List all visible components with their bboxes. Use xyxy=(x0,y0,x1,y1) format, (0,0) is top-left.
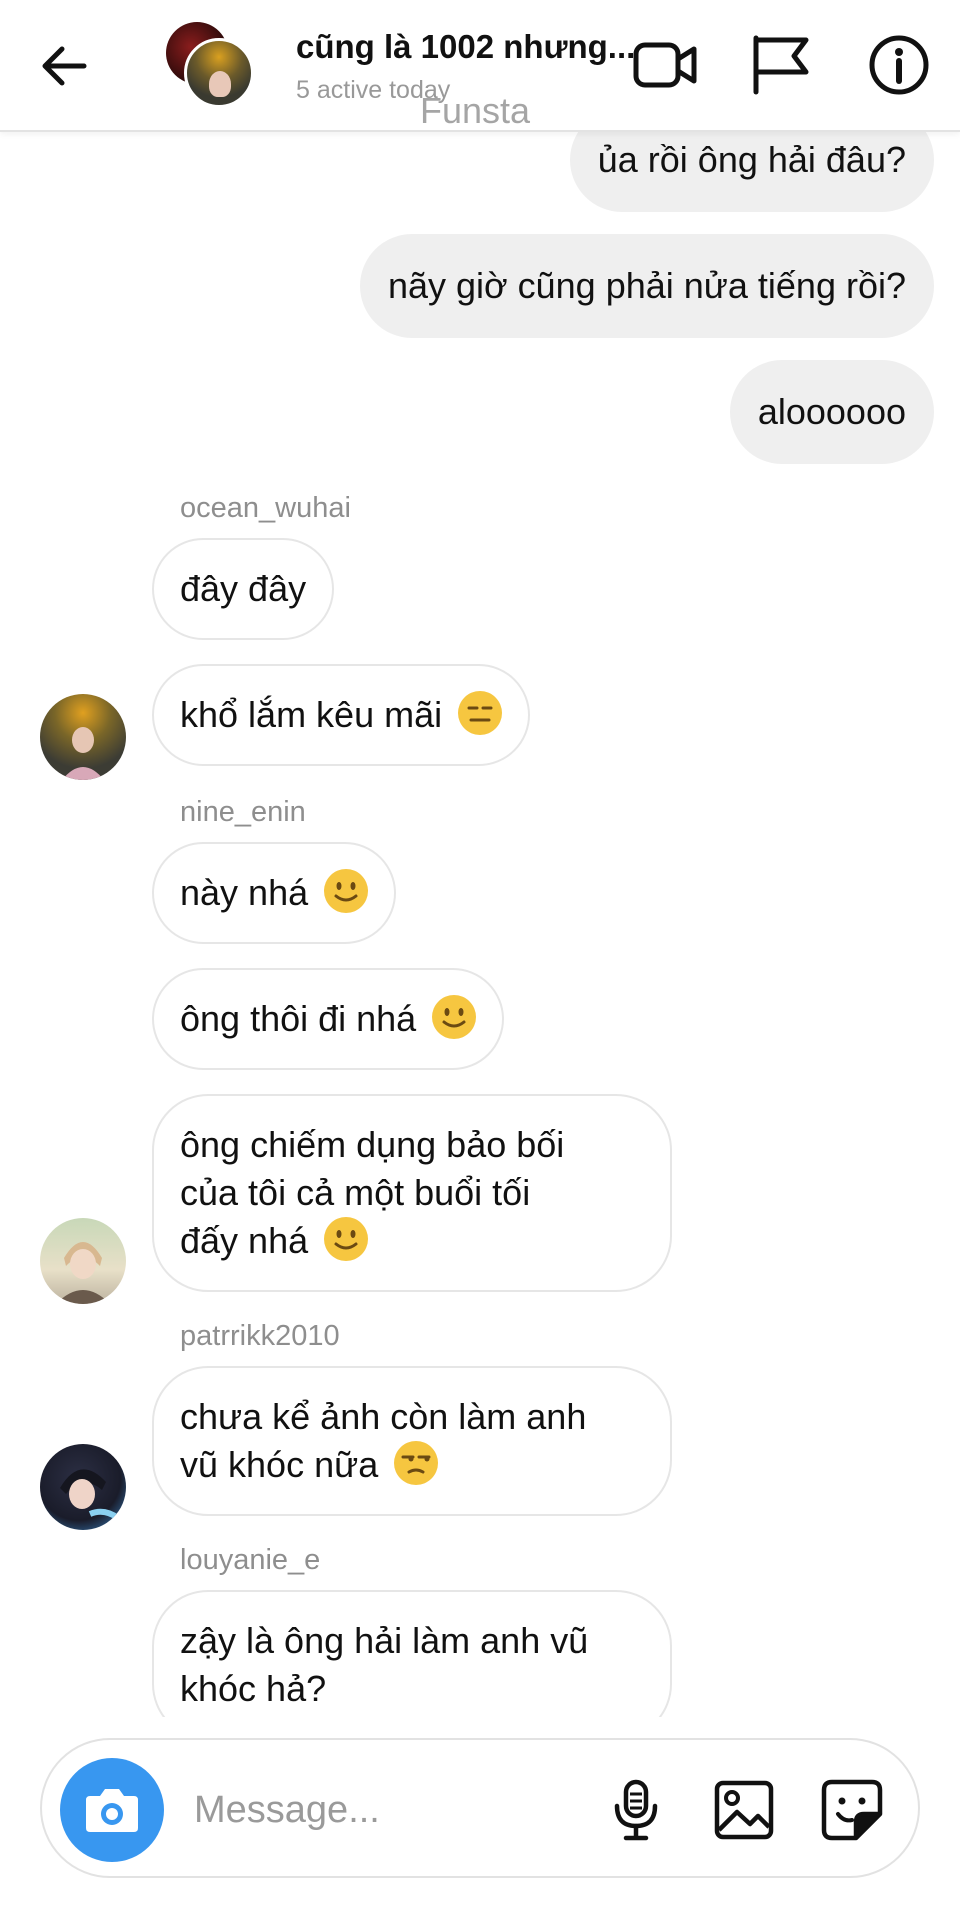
message-text: ông thôi đi nhá xyxy=(180,998,417,1039)
microphone-icon[interactable] xyxy=(602,1776,670,1844)
incoming-message[interactable]: ông thôi đi nhá xyxy=(152,968,505,1070)
avatar-portrait xyxy=(56,1242,110,1304)
unamused-face-icon xyxy=(394,1441,439,1485)
chat-title[interactable]: cũng là 1002 nhưng... xyxy=(296,28,635,66)
incoming-message[interactable]: ông chiếm dụng bảo bối của tôi cả một bu… xyxy=(152,1094,672,1292)
incoming-message[interactable]: zậy là ông hải làm anh vũ khóc hả? xyxy=(152,1590,672,1717)
group-avatar[interactable] xyxy=(166,22,256,108)
outgoing-message[interactable]: aloooooo xyxy=(729,360,934,464)
outgoing-message[interactable]: ủa rồi ông hải đâu? xyxy=(569,132,934,212)
avatar-patrrikk2010[interactable] xyxy=(40,1444,126,1530)
incoming-message[interactable]: này nhá xyxy=(152,842,397,944)
message-line: ông chiếm dụng bảo bối xyxy=(180,1124,565,1165)
outgoing-message[interactable]: nãy giờ cũng phải nửa tiếng rồi? xyxy=(359,234,934,338)
avatar-ocean-wuhai[interactable] xyxy=(40,694,126,780)
camera-icon xyxy=(86,1789,138,1832)
watermark: Funsta xyxy=(420,90,531,131)
message-line: chưa kể ảnh còn làm anh xyxy=(180,1396,587,1437)
avatar-nine-enin[interactable] xyxy=(40,1218,126,1304)
slightly-smiling-face-icon xyxy=(324,1217,369,1261)
message-text: khổ lắm kêu mãi xyxy=(180,694,443,735)
message-text: này nhá xyxy=(180,872,309,913)
message-line: đấy nhá xyxy=(180,1220,309,1261)
slightly-smiling-face-icon xyxy=(432,995,477,1039)
message-line: vũ khóc nữa xyxy=(180,1444,379,1485)
message-list[interactable]: ủa rồi ông hải đâu? nãy giờ cũng phải nử… xyxy=(0,132,960,1717)
message-text: nãy giờ cũng phải nửa tiếng rồi? xyxy=(387,265,906,306)
sender-name: ocean_wuhai xyxy=(180,492,351,524)
camera-button[interactable] xyxy=(60,1758,164,1862)
group-avatar-front xyxy=(184,38,254,108)
video-call-icon[interactable] xyxy=(630,30,700,100)
slightly-smiling-face-icon xyxy=(324,869,369,913)
flag-icon[interactable] xyxy=(746,30,816,100)
message-line: zậy là ông hải làm anh vũ xyxy=(180,1620,589,1661)
message-composer xyxy=(40,1738,920,1878)
message-line: khóc hả? xyxy=(180,1668,327,1709)
avatar-portrait xyxy=(60,1469,120,1521)
incoming-message[interactable]: chưa kể ảnh còn làm anh vũ khóc nữa xyxy=(152,1366,672,1516)
expressionless-face-icon xyxy=(458,691,503,735)
gallery-icon[interactable] xyxy=(710,1776,778,1844)
sticker-icon[interactable] xyxy=(818,1776,886,1844)
info-icon[interactable] xyxy=(864,30,934,100)
avatar-portrait xyxy=(62,727,104,780)
message-text: ủa rồi ông hải đâu? xyxy=(597,139,906,180)
message-line: của tôi cả một buổi tối xyxy=(180,1172,531,1213)
sender-name: nine_enin xyxy=(180,796,306,828)
message-text: đây đây xyxy=(180,568,307,609)
incoming-message[interactable]: đây đây xyxy=(152,538,335,640)
sender-name: louyanie_e xyxy=(180,1544,321,1576)
message-text: aloooooo xyxy=(757,391,906,432)
message-input[interactable] xyxy=(194,1780,614,1840)
incoming-message[interactable]: khổ lắm kêu mãi xyxy=(152,664,531,766)
sender-name: patrrikk2010 xyxy=(180,1320,340,1352)
arrow-left-icon[interactable] xyxy=(36,38,92,94)
